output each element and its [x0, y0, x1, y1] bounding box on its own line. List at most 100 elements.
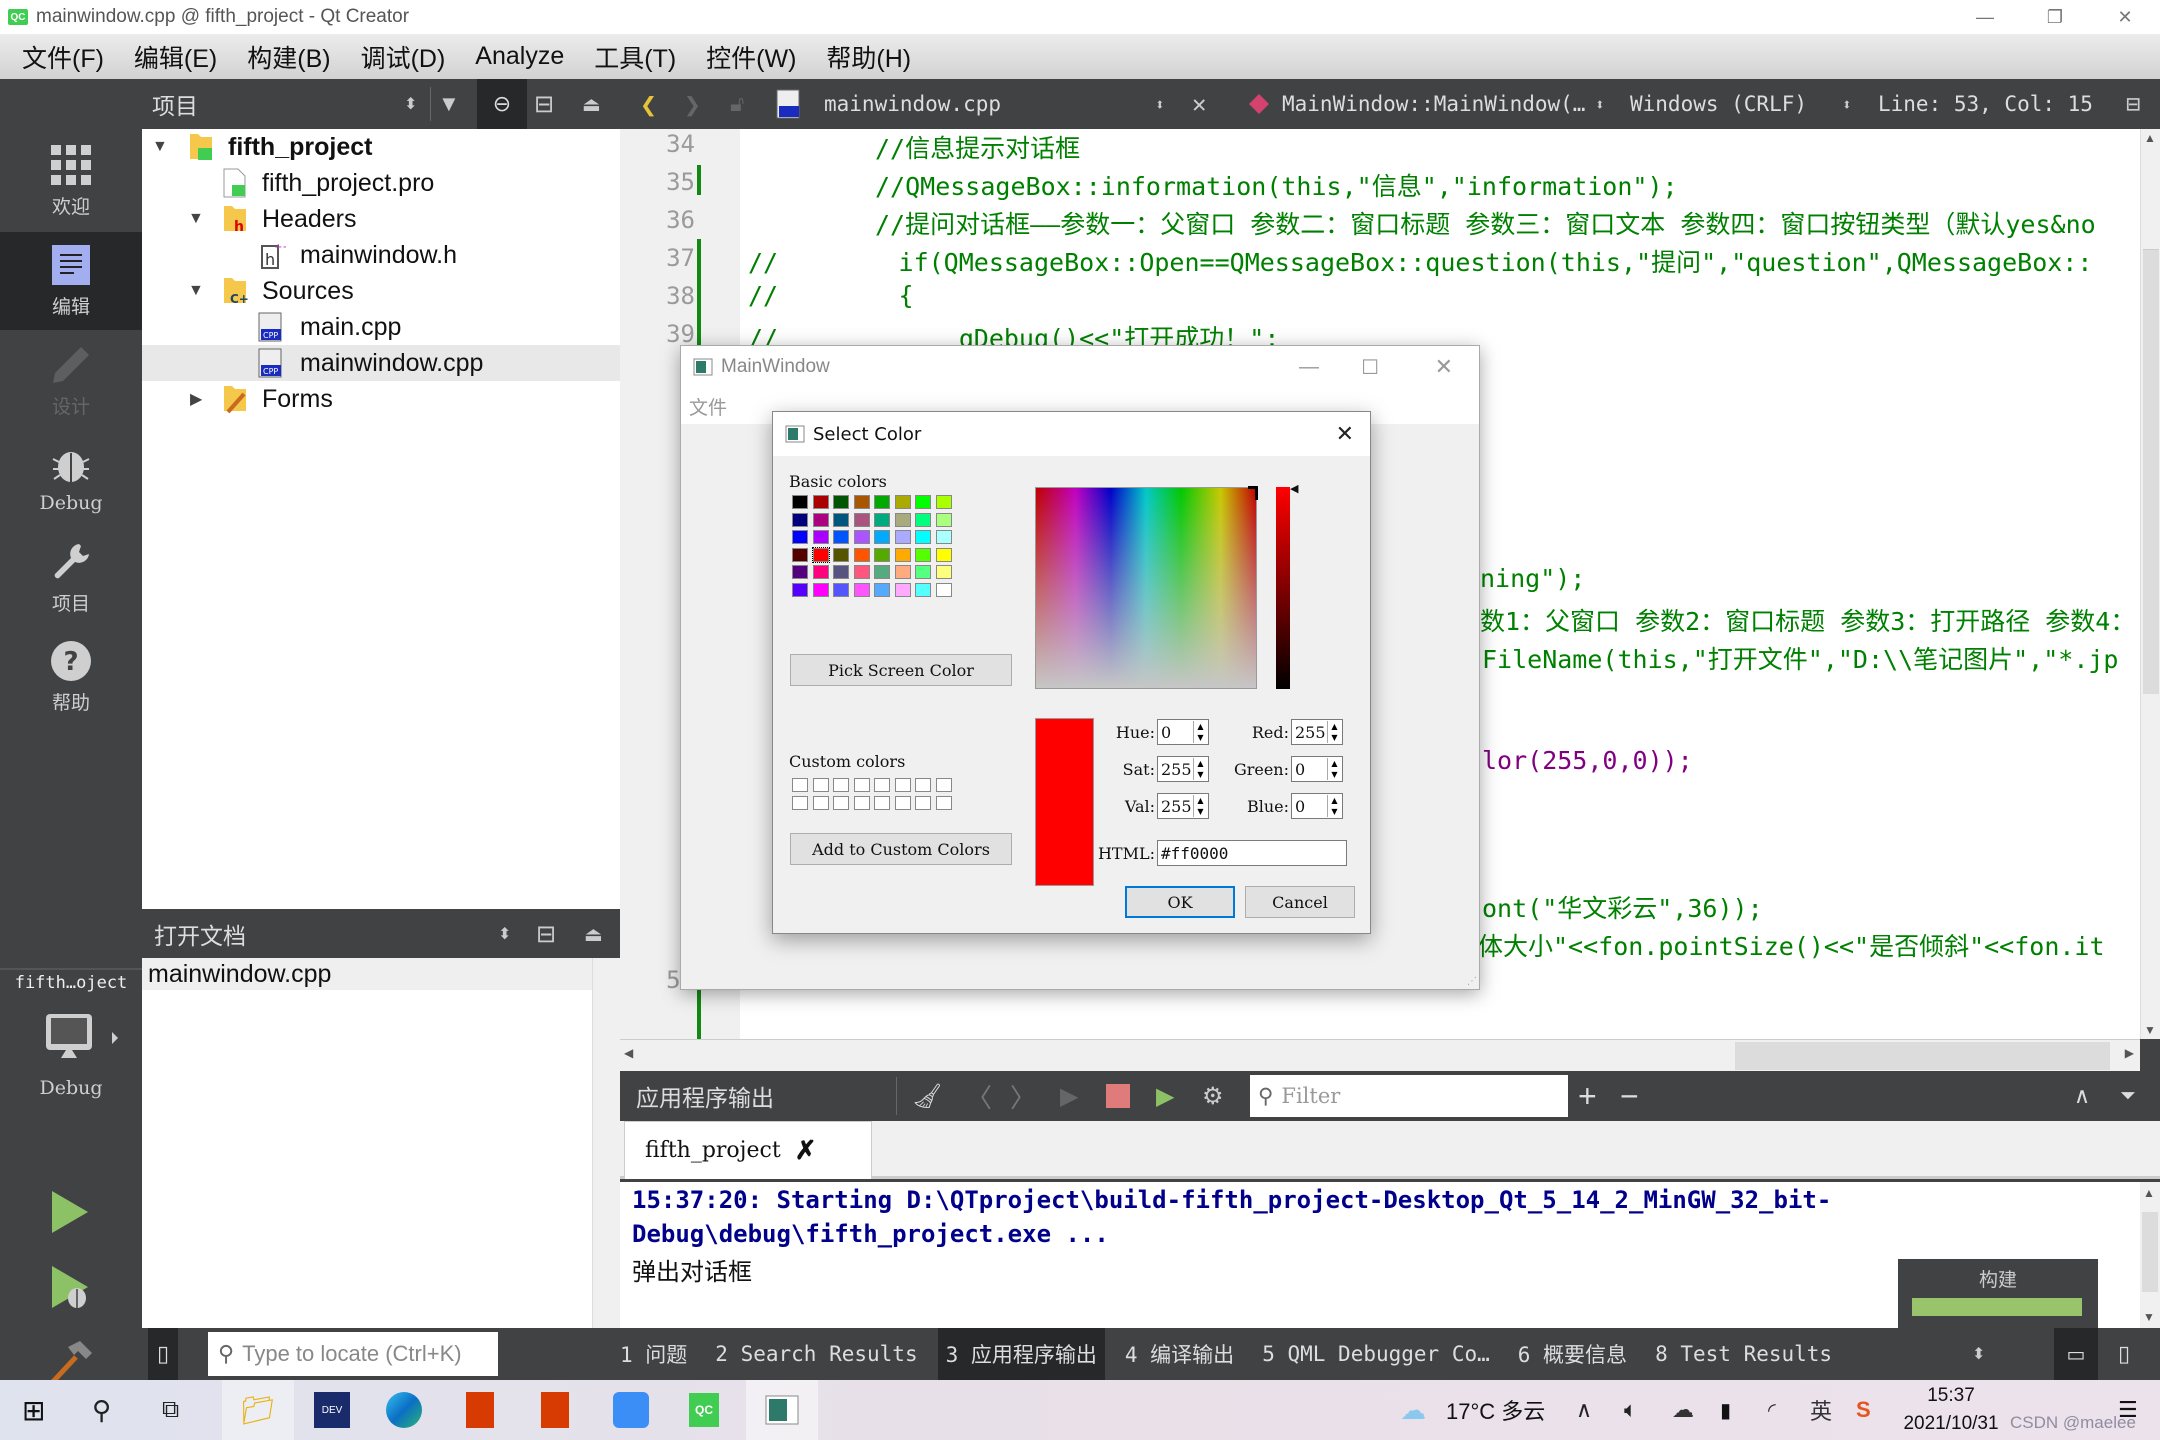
dev-cpp-icon[interactable]: DEV: [314, 1392, 350, 1428]
basic-color-swatch[interactable]: [853, 512, 870, 527]
tree-item-project[interactable]: ▼ fifth_project: [142, 129, 620, 165]
show-hidden-icons-icon[interactable]: ∧: [1576, 1380, 1592, 1440]
output-pane-tab[interactable]: 3 应用程序输出: [937, 1328, 1105, 1380]
mode-design[interactable]: 设计: [0, 332, 142, 430]
basic-color-swatch[interactable]: [853, 565, 870, 579]
clock-date[interactable]: 2021/10/31: [1894, 1410, 2008, 1438]
html-input[interactable]: #ff0000: [1157, 840, 1347, 866]
basic-color-swatch[interactable]: [874, 565, 890, 579]
basic-color-swatch[interactable]: [812, 495, 829, 509]
dialog-close-button[interactable]: ✕: [1336, 422, 1354, 447]
kit-project-name[interactable]: fifth…oject: [0, 973, 142, 993]
clean-output-icon[interactable]: 🧹︎: [912, 1071, 942, 1121]
zoom-in-icon[interactable]: +: [1578, 1071, 1597, 1121]
basic-color-swatch[interactable]: [874, 582, 890, 597]
start-icon[interactable]: ⊞: [22, 1380, 45, 1440]
red-spinbox[interactable]: 255 ▲ ▼: [1291, 719, 1343, 745]
tree-item-forms[interactable]: ▶ Forms: [142, 381, 620, 417]
close-panel-icon[interactable]: ⏏: [584, 922, 603, 947]
basic-color-swatch[interactable]: [894, 495, 911, 509]
feishu-icon[interactable]: [613, 1392, 649, 1428]
basic-color-swatch[interactable]: [894, 547, 911, 562]
symbol-selector-arrows-icon[interactable]: ⬍: [1595, 79, 1605, 129]
expand-arrow-icon[interactable]: ▼: [188, 282, 204, 300]
split-icon[interactable]: ⊟: [536, 920, 556, 949]
basic-color-swatch[interactable]: [935, 495, 952, 509]
split-editor-icon[interactable]: ⊟: [2126, 79, 2140, 129]
file-selector[interactable]: mainwindow.cpp: [824, 79, 1001, 129]
next-item-icon[interactable]: 〉: [1010, 1071, 1036, 1121]
search-icon[interactable]: ⚲: [92, 1380, 111, 1440]
mode-welcome[interactable]: 欢迎: [0, 132, 142, 230]
basic-color-swatch[interactable]: [935, 512, 952, 527]
menu-tools[interactable]: 工具(T): [594, 39, 676, 75]
restore-button[interactable]: ❐: [2020, 0, 2090, 34]
link-with-editor-icon[interactable]: ⊖: [477, 79, 527, 129]
basic-color-swatch[interactable]: [894, 530, 911, 544]
basic-color-swatch[interactable]: [792, 565, 808, 579]
file-explorer-icon[interactable]: 📁︎: [222, 1380, 294, 1440]
menu-controls[interactable]: 控件(W): [706, 39, 796, 75]
custom-color-swatch[interactable]: [792, 795, 808, 810]
qt-creator-taskbar-icon[interactable]: QC: [689, 1393, 719, 1427]
close-pane-icon[interactable]: ⏷: [2120, 1071, 2136, 1121]
spin-arrows-icon[interactable]: ▲ ▼: [1327, 721, 1341, 743]
basic-color-swatch[interactable]: [915, 530, 931, 544]
expand-arrow-icon[interactable]: ▼: [188, 210, 204, 228]
spin-arrows-icon[interactable]: ▲ ▼: [1193, 758, 1207, 780]
basic-color-swatch[interactable]: [894, 512, 911, 527]
close-document-icon[interactable]: ✕: [1192, 79, 1206, 129]
onedrive-icon[interactable]: ☁: [1672, 1380, 1694, 1440]
custom-color-swatch[interactable]: [792, 778, 808, 792]
output-scrollbar[interactable]: ▲ ▼: [2140, 1182, 2160, 1328]
custom-color-swatch[interactable]: [833, 778, 849, 792]
maximize-pane-icon[interactable]: ∧: [2074, 1071, 2090, 1121]
view-selector-arrows-icon[interactable]: ⬍: [404, 94, 417, 114]
toggle-right-sidebar-icon[interactable]: ▯: [2118, 1328, 2130, 1380]
output-tab-fifth-project[interactable]: fifth_project ✗: [624, 1121, 872, 1179]
mainwindow-taskbar-icon[interactable]: [746, 1380, 818, 1440]
weather-icon[interactable]: ☁: [1400, 1380, 1426, 1440]
edge-icon[interactable]: [386, 1392, 422, 1428]
hue-spinbox[interactable]: 0 ▲ ▼: [1157, 719, 1209, 745]
file-selector-arrows-icon[interactable]: ⬍: [1155, 79, 1165, 129]
ok-button[interactable]: OK: [1125, 886, 1235, 918]
output-pane-title[interactable]: 应用程序输出: [636, 1071, 774, 1121]
back-icon[interactable]: ❮: [640, 79, 657, 129]
menu-debug[interactable]: 调试(D): [361, 39, 446, 75]
tree-item-mainwindow-h[interactable]: h++ mainwindow.h: [142, 237, 620, 273]
output-pane-tab[interactable]: 8 Test Results: [1647, 1328, 1840, 1380]
tree-item-pro-file[interactable]: fifth_project.pro: [142, 165, 620, 201]
editor-vertical-scrollbar[interactable]: ▲ ▼: [2140, 129, 2160, 1039]
basic-color-swatch[interactable]: [792, 530, 808, 544]
basic-color-swatch[interactable]: [874, 547, 890, 562]
custom-color-swatch[interactable]: [935, 778, 952, 792]
basic-color-swatch[interactable]: [894, 582, 911, 597]
split-icon[interactable]: ⊟: [534, 90, 554, 119]
tabs-arrows-icon[interactable]: ⬍: [1972, 1328, 1985, 1380]
basic-color-swatch[interactable]: [853, 582, 870, 597]
task-view-icon[interactable]: ⧉: [162, 1380, 179, 1440]
hue-sat-crosshair[interactable]: [1248, 486, 1258, 500]
forward-icon[interactable]: ❯: [684, 79, 701, 129]
basic-color-swatch[interactable]: [915, 547, 931, 562]
rerun-icon[interactable]: ▶: [1060, 1071, 1078, 1121]
basic-color-swatch[interactable]: [915, 582, 931, 597]
basic-color-swatch[interactable]: [812, 512, 829, 527]
value-slider[interactable]: ◀: [1276, 482, 1298, 689]
symbol-selector[interactable]: MainWindow::MainWindow(…: [1282, 79, 1585, 129]
basic-color-swatch[interactable]: [833, 530, 849, 544]
app-maximize-button[interactable]: ☐: [1361, 355, 1379, 380]
close-tab-icon[interactable]: ✗: [795, 1136, 817, 1166]
basic-color-swatch[interactable]: [833, 547, 849, 562]
notifications-icon[interactable]: ☰: [2118, 1380, 2138, 1440]
filter-icon[interactable]: ▼: [438, 91, 460, 117]
basic-color-swatch[interactable]: [915, 495, 931, 509]
close-panel-icon[interactable]: ⏏: [582, 92, 601, 117]
basic-color-swatch[interactable]: [915, 565, 931, 579]
basic-color-swatch[interactable]: [812, 565, 829, 579]
spin-arrows-icon[interactable]: ▲ ▼: [1193, 721, 1207, 743]
debug-run-button[interactable]: [50, 1264, 94, 1315]
basic-color-swatch[interactable]: [853, 547, 870, 562]
custom-color-swatch[interactable]: [812, 795, 829, 810]
